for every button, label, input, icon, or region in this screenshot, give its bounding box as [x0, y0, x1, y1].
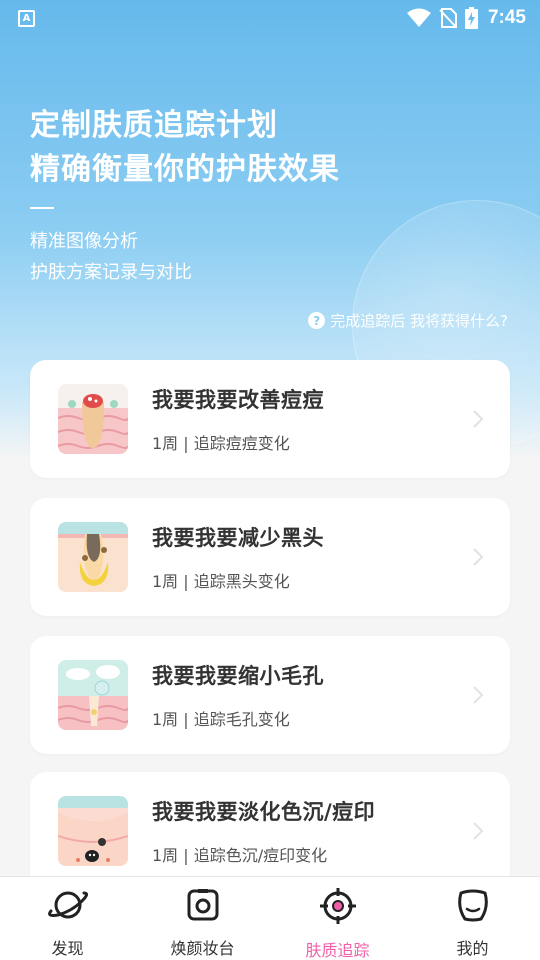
target-icon	[319, 887, 357, 929]
tab-makeup[interactable]: 焕颜妆台	[135, 877, 270, 960]
planet-icon	[47, 887, 88, 927]
wifi-icon	[406, 8, 431, 28]
plan-title: 我要我要改善痘痘	[152, 388, 324, 412]
plan-desc: 1周 | 追踪毛孔变化	[152, 710, 290, 729]
plan-card-pores[interactable]: 我要我要缩小毛孔 1周 | 追踪毛孔变化	[30, 636, 510, 754]
chevron-right-icon	[458, 685, 498, 705]
battery-charging-icon	[464, 7, 478, 29]
chevron-right-icon	[458, 821, 498, 841]
tab-label: 我的	[456, 939, 489, 958]
tab-label: 焕颜妆台	[170, 939, 235, 958]
tab-label: 肤质追踪	[305, 941, 370, 960]
chevron-right-icon	[458, 547, 498, 567]
no-sim-icon	[439, 8, 457, 28]
plan-card-blackhead[interactable]: 我要我要减少黑头 1周 | 追踪黑头变化	[30, 498, 510, 616]
tab-discover[interactable]: 发现	[0, 877, 135, 960]
subtitle-line-1: 精准图像分析	[30, 231, 138, 252]
plan-desc: 1周 | 追踪色沉/痘印变化	[152, 846, 328, 865]
plan-title: 我要我要减少黑头	[152, 526, 324, 550]
faq-text: 完成追踪后 我将获得什么?	[330, 312, 508, 330]
plan-desc: 1周 | 追踪黑头变化	[152, 572, 290, 591]
faq-link[interactable]: ? 完成追踪后 我将获得什么?	[308, 310, 508, 331]
pores-illustration	[58, 660, 128, 730]
tab-skin-tracking[interactable]: 肤质追踪	[270, 877, 405, 960]
plan-card-pigmentation[interactable]: 我要我要淡化色沉/痘印 1周 | 追踪色沉/痘印变化	[30, 772, 510, 890]
hero-divider	[30, 207, 54, 209]
headline-line-1: 定制肤质追踪计划	[30, 108, 278, 143]
bottom-tab-bar: 发现 焕颜妆台 肤质追踪 我的	[0, 876, 540, 960]
camera-icon	[185, 887, 221, 927]
hero-subtitle: 精准图像分析 护肤方案记录与对比	[30, 226, 192, 288]
status-time: 7:45	[487, 7, 526, 28]
blackhead-illustration	[58, 522, 128, 592]
pigmentation-illustration	[58, 796, 128, 866]
tab-label: 发现	[51, 939, 84, 958]
chevron-right-icon	[458, 409, 498, 429]
subtitle-line-2: 护肤方案记录与对比	[30, 262, 192, 283]
plan-card-acne[interactable]: 我要我要改善痘痘 1周 | 追踪痘痘变化	[30, 360, 510, 478]
app-notification-icon: A	[18, 9, 35, 27]
status-bar: A 7:45	[0, 0, 540, 36]
headline-line-2: 精确衡量你的护肤效果	[30, 152, 340, 187]
plan-title: 我要我要缩小毛孔	[152, 664, 324, 688]
hero-headline: 定制肤质追踪计划 精确衡量你的护肤效果	[30, 104, 340, 192]
plan-desc: 1周 | 追踪痘痘变化	[152, 434, 290, 453]
plan-title: 我要我要淡化色沉/痘印	[152, 800, 376, 824]
acne-illustration	[58, 384, 128, 454]
profile-icon	[455, 887, 491, 927]
tab-profile[interactable]: 我的	[405, 877, 540, 960]
question-icon: ?	[308, 312, 326, 329]
